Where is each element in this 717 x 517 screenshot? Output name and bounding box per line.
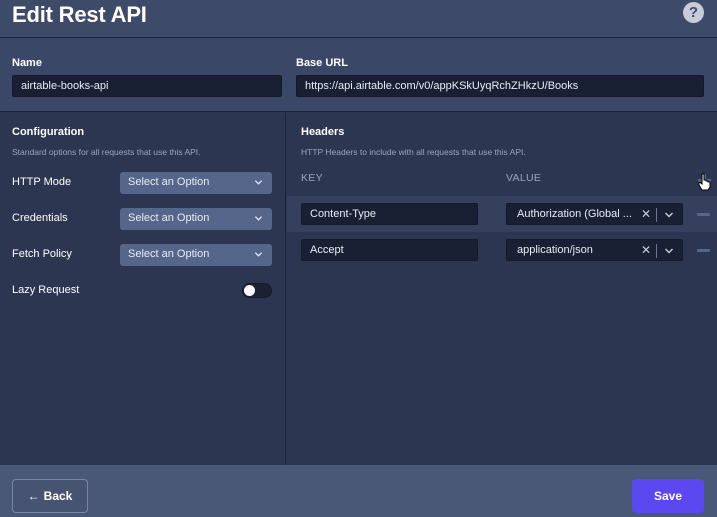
base-url-input[interactable] [296,75,704,97]
header-row-2: application/json ✕ [287,232,717,268]
remove-header-icon[interactable] [697,249,710,252]
save-button[interactable]: Save [632,479,704,513]
name-input[interactable] [12,75,282,97]
http-mode-select[interactable]: Select an Option [120,172,272,194]
help-icon[interactable]: ? [683,2,704,23]
hand-cursor-icon [698,173,711,191]
chevron-down-icon[interactable] [664,246,674,256]
http-mode-value: Select an Option [128,176,210,188]
fetch-policy-label: Fetch Policy [12,248,72,260]
configuration-description: Standard options for all requests that u… [12,147,201,157]
http-mode-label: HTTP Mode [12,176,72,188]
chevron-down-icon [254,252,263,257]
save-button-label: Save [653,489,683,503]
back-button[interactable]: ← Back [12,479,88,513]
back-button-label: Back [43,489,73,503]
lazy-request-label: Lazy Request [12,284,80,296]
clear-icon[interactable]: ✕ [641,243,651,257]
header-value-text: Authorization (Global ... [517,208,632,220]
chevron-down-icon[interactable] [664,210,674,220]
page-title: Edit Rest API [12,2,147,27]
header-key-input[interactable] [301,239,478,261]
clear-icon[interactable]: ✕ [641,207,651,221]
headers-description: HTTP Headers to include with all request… [301,147,526,157]
value-column-header: VALUE [506,172,542,184]
header-row-1: Authorization (Global ... ✕ [287,196,717,232]
base-url-label: Base URL [296,57,348,69]
headers-panel: Headers HTTP Headers to include with all… [287,113,717,465]
credentials-value: Select an Option [128,212,210,224]
header-key-input[interactable] [301,203,478,225]
footer-bar: ← Back Save [0,465,717,517]
remove-header-icon[interactable] [697,213,710,216]
configuration-panel: Configuration Standard options for all r… [0,113,286,465]
configuration-title: Configuration [12,126,85,138]
credentials-select[interactable]: Select an Option [120,208,272,230]
header-value-text: application/json [517,244,593,256]
header-value-select[interactable]: application/json ✕ [506,239,683,261]
credentials-label: Credentials [12,212,68,224]
select-separator [656,208,657,222]
lazy-request-toggle[interactable] [242,283,272,298]
toggle-knob [244,285,255,296]
fetch-policy-value: Select an Option [128,248,210,260]
fetch-policy-select[interactable]: Select an Option [120,244,272,266]
select-separator [656,244,657,258]
key-column-header: KEY [301,172,323,184]
name-label: Name [12,57,42,69]
basic-info-section: Name Base URL [0,38,717,112]
arrow-left-icon: ← [27,489,40,503]
chevron-down-icon [254,216,263,221]
header-value-select[interactable]: Authorization (Global ... ✕ [506,203,683,225]
headers-title: Headers [301,126,345,138]
chevron-down-icon [254,180,263,185]
page-header: Edit Rest API ? [0,0,717,38]
